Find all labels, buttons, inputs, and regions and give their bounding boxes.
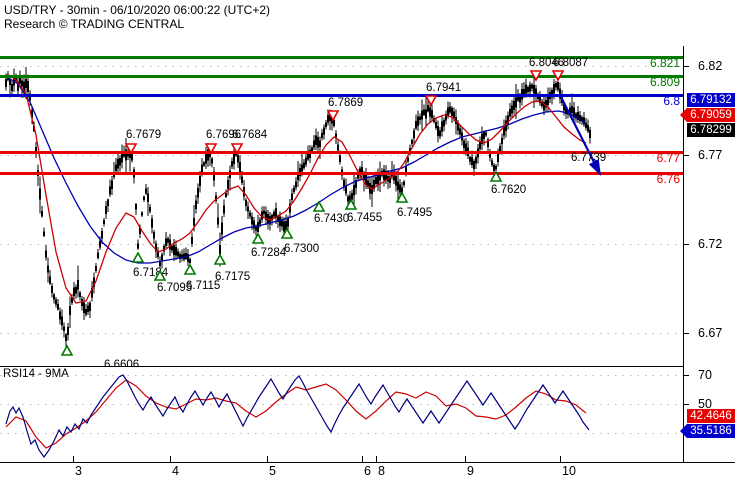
level-label-resistance: 6.821 — [650, 56, 680, 70]
pivot-high-label: 6.7684 — [232, 129, 268, 141]
y-axis-tick-label: 6.82 — [698, 59, 722, 73]
price-badge-blue: 6.79132 — [687, 93, 735, 107]
price-badge-value: 6.79059 — [690, 109, 732, 121]
price-badge-value: 6.79132 — [690, 94, 732, 106]
gridlines — [0, 66, 683, 434]
pivot-low-label: 6.6606 — [104, 359, 139, 371]
pivot-low-marker — [131, 251, 145, 263]
pivot-low-marker — [312, 200, 326, 212]
level-label-support: 6.77 — [657, 151, 681, 165]
x-axis-tick-label: 5 — [269, 464, 276, 478]
pivot-low-label: 6.7455 — [347, 212, 382, 224]
pivot-low-label: 6.7620 — [491, 184, 526, 196]
price-chart: 6.8216.8096.86.776.766.7679 6.76966.76846… — [0, 46, 735, 478]
price-badge-black: 6.78299 — [687, 123, 735, 137]
price-badge-red: 6.79059 — [680, 108, 735, 122]
x-axis-tick-label: 10 — [562, 464, 576, 478]
pivot-low-label: 6.7284 — [251, 247, 287, 259]
badge-arrow — [680, 108, 687, 122]
pivot-low-label: 6.7175 — [215, 271, 250, 283]
badge-arrow — [680, 424, 687, 438]
chart-window: USD/TRY - 30min - 06/10/2020 06:00:22 (U… — [0, 0, 735, 480]
level-label-support: 6.76 — [657, 172, 681, 186]
x-axis-tick-label: 6 — [364, 464, 371, 478]
y-axis-tick-label: 6.77 — [698, 148, 722, 162]
pivot-low-marker — [251, 232, 265, 244]
y-axis-tick-label: 6.67 — [698, 326, 722, 340]
rsi-badge-value: 42.4646 — [690, 410, 732, 422]
axes — [0, 46, 735, 463]
rsi-badge-ma: 42.4646 — [687, 409, 735, 423]
pivot-low-label: 6.7495 — [397, 207, 432, 219]
pivot-high-label: 6.7941 — [426, 82, 461, 94]
x-axis-tick-label: 3 — [75, 464, 82, 478]
rsi-badge-rsi: 35.5186 — [680, 424, 735, 438]
rsi-panel — [5, 374, 590, 459]
pivot-high-label: 6.7869 — [328, 97, 363, 109]
pivot-high-label: 6.8087 — [553, 57, 588, 69]
x-axis-tick-label: 9 — [467, 464, 474, 478]
candlesticks — [4, 67, 592, 348]
y-axis-tick-label: 6.72 — [698, 237, 722, 251]
x-axis-tick-label: 4 — [172, 464, 179, 478]
pivot-low-marker — [60, 344, 74, 356]
price-badge-value: 6.78299 — [690, 124, 732, 136]
pivot-low-label: 6.7300 — [284, 243, 319, 255]
y-axis-tick-label: 70 — [698, 368, 712, 382]
rsi-badge-value: 35.5186 — [690, 425, 732, 437]
x-axis-tick-label: 8 — [378, 464, 385, 478]
rsi-ma-line — [5, 379, 587, 449]
pivot-low-label: 6.7430 — [314, 213, 349, 225]
level-label-pivot: 6.8 — [663, 94, 680, 108]
ma-slow-line — [6, 76, 587, 264]
level-label-resistance: 6.809 — [650, 75, 680, 89]
pivot-low-marker — [183, 263, 197, 275]
pivot-low-marker — [213, 253, 227, 265]
pivot-high-label: 6.7679 — [126, 129, 161, 141]
